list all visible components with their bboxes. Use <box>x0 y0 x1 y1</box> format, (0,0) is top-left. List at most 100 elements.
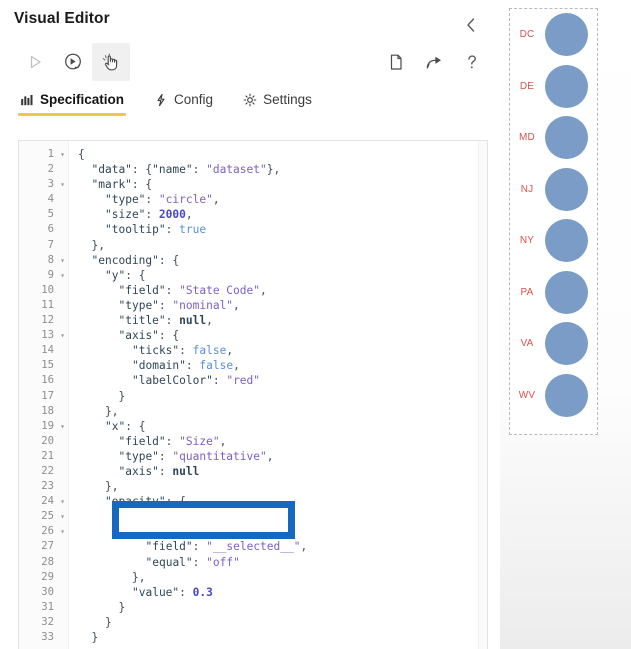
code-line: "tooltip": true <box>105 223 207 237</box>
chart-preview-panel: DC DE MD NJ NY PA VA WV <box>500 0 631 649</box>
tab-specification[interactable]: Specification <box>18 90 127 117</box>
gutter-line: 3 ▾ <box>19 177 68 192</box>
chart-row[interactable]: VA <box>510 318 597 370</box>
chart-bars-icon <box>20 93 34 107</box>
code-line: }, <box>105 480 119 494</box>
gutter-line: 19 ▾ <box>19 419 68 434</box>
chart-plot-area[interactable]: DC DE MD NJ NY PA VA WV <box>509 8 598 435</box>
data-point-circle[interactable] <box>545 116 588 160</box>
auto-apply-icon[interactable] <box>54 43 92 81</box>
code-line: }, <box>105 404 119 418</box>
chart-row[interactable]: DC <box>510 9 597 61</box>
code-line: "x": { <box>105 419 146 433</box>
data-point-circle[interactable] <box>545 219 588 263</box>
code-line: "type": "circle", <box>105 193 220 207</box>
gutter-line: 28 <box>41 555 54 568</box>
chart-row[interactable]: WV <box>510 370 597 422</box>
gutter-line: 17 <box>41 389 54 402</box>
chart-row[interactable]: NY <box>510 215 597 267</box>
gutter-line: 31 <box>41 600 54 613</box>
question-mark-icon[interactable] <box>453 43 491 81</box>
axis-label: NY <box>519 235 535 247</box>
chart-row[interactable]: NJ <box>510 164 597 216</box>
editor-content[interactable]: { "data": {"name": "dataset"}, "mark": {… <box>69 141 487 649</box>
tab-label: Settings <box>263 92 312 107</box>
gutter-line: 6 <box>47 223 54 236</box>
chart-row[interactable]: DE <box>510 61 597 113</box>
run-button[interactable] <box>16 43 54 81</box>
code-line: "condition": { <box>118 510 213 524</box>
gutter-line: 32 <box>41 615 54 628</box>
data-point-circle[interactable] <box>545 322 588 366</box>
editor-panel: Visual Editor Specification Config Setti… <box>0 0 500 649</box>
panel-title: Visual Editor <box>14 10 110 27</box>
axis-label: WV <box>518 389 536 401</box>
tab-settings[interactable]: Settings <box>241 90 314 117</box>
gutter-line: 25 ▾ <box>19 509 68 524</box>
data-point-circle[interactable] <box>545 373 588 417</box>
gutter-line: 11 <box>41 298 54 311</box>
data-point-circle[interactable] <box>545 64 588 108</box>
code-line: } <box>118 389 126 403</box>
gutter-line: 33 <box>41 631 54 643</box>
editor-gutter: 1 ▾ 2 3 ▾ 4 5 6 7 8 ▾ 9 ▾ 10 11 12 13 ▾ 14 15 16 17 18 19 ▾ 20 21 2… <box>19 141 69 649</box>
chevron-left-icon[interactable] <box>460 14 482 36</box>
document-icon[interactable] <box>377 43 415 81</box>
code-editor[interactable]: 1 ▾ 2 3 ▾ 4 5 6 7 8 ▾ 9 ▾ 10 11 12 13 ▾ 14 15 16 17 18 19 ▾ 20 21 2… <box>18 140 488 649</box>
editor-toolbar <box>0 40 500 90</box>
gutter-line: 29 <box>41 570 54 583</box>
fold-toggle-icon[interactable]: ▾ <box>60 494 65 509</box>
gutter-line: 8 ▾ <box>19 253 68 268</box>
hand-pointer-icon[interactable] <box>92 43 130 81</box>
code-line: "type": "quantitative", <box>118 449 274 463</box>
gutter-line: 7 <box>47 238 54 251</box>
gutter-line: 1 ▾ <box>19 147 68 162</box>
code-line: } <box>118 600 126 614</box>
code-line: "field": "__selected__", <box>145 540 308 554</box>
code-line: "y": { <box>105 268 146 282</box>
gutter-line: 16 <box>41 374 54 387</box>
data-point-circle[interactable] <box>545 270 588 314</box>
tab-config[interactable]: Config <box>152 90 215 117</box>
fold-toggle-icon[interactable]: ▾ <box>60 268 65 283</box>
fold-toggle-icon[interactable]: ▾ <box>60 509 65 524</box>
fold-toggle-icon[interactable]: ▾ <box>60 253 65 268</box>
panel-header: Visual Editor <box>0 0 500 40</box>
gutter-line: 5 <box>47 208 54 221</box>
gutter-line: 12 <box>41 314 54 327</box>
chart-row[interactable]: MD <box>510 112 597 164</box>
tab-label: Specification <box>40 92 125 107</box>
code-line: "axis": { <box>118 329 180 343</box>
fold-toggle-icon[interactable]: ▾ <box>60 419 65 434</box>
data-point-circle[interactable] <box>545 167 588 211</box>
fold-toggle-icon[interactable]: ▾ <box>60 328 65 343</box>
gutter-line: 26 ▾ <box>19 524 68 539</box>
share-icon[interactable] <box>415 43 453 81</box>
gutter-line: 21 <box>41 449 54 462</box>
axis-label: PA <box>520 286 534 298</box>
gutter-line: 18 <box>41 404 54 417</box>
axis-label: VA <box>520 338 534 350</box>
axis-label: DE <box>519 80 535 92</box>
gutter-line: 30 <box>41 585 54 598</box>
tab-label: Config <box>174 92 214 107</box>
code-line: "equal": "off" <box>145 555 240 569</box>
gutter-line: 4 <box>47 193 54 206</box>
gutter-line: 20 <box>41 434 54 447</box>
chart-row[interactable]: PA <box>510 267 597 319</box>
code-line: "size": 2000, <box>105 208 193 222</box>
editor-scrollbar[interactable] <box>478 141 487 649</box>
code-line: "data": {"name": "dataset"}, <box>91 163 281 177</box>
fold-toggle-icon[interactable]: ▾ <box>60 147 65 162</box>
data-point-circle[interactable] <box>545 13 588 57</box>
fold-toggle-icon[interactable]: ▾ <box>60 177 65 192</box>
code-line: "mark": { <box>91 178 153 192</box>
gutter-line: 15 <box>41 359 54 372</box>
gutter-line: 10 <box>41 283 54 296</box>
gutter-line: 22 <box>41 464 54 477</box>
visual-editor-window: Visual Editor Specification Config Setti… <box>0 0 631 649</box>
code-line: "type": "nominal", <box>118 298 240 312</box>
fold-toggle-icon[interactable]: ▾ <box>60 524 65 539</box>
gear-icon <box>243 93 257 107</box>
code-line: { <box>78 148 85 161</box>
